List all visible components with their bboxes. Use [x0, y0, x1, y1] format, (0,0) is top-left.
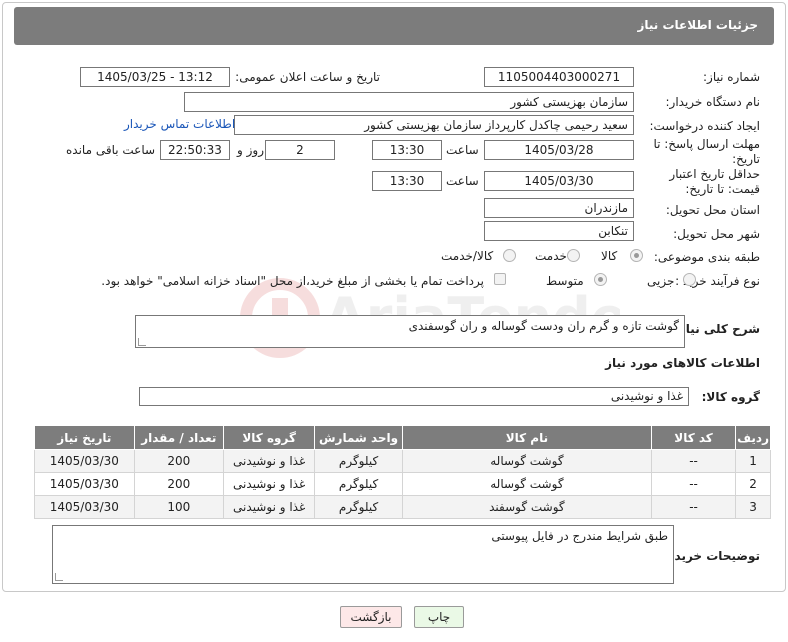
deadline-label: مهلت ارسال پاسخ: تا تاریخ: [653, 137, 760, 166]
category-option-service: خدمت [535, 249, 567, 263]
cell-name: گوشت گوساله [401, 472, 652, 496]
deadline-time-word: ساعت [446, 143, 479, 157]
cell-date: 1405/03/30 [34, 449, 135, 473]
description-label: شرح کلی نیاز: [674, 322, 760, 336]
cell-qty: 200 [133, 449, 224, 473]
page-header: جزئیات اطلاعات نیاز [14, 7, 774, 45]
buyer-notes-field[interactable]: طبق شرایط مندرج در فایل پیوستی [52, 525, 674, 584]
days-field: 2 [265, 140, 335, 160]
announce-label: تاریخ و ساعت اعلان عمومی: [235, 70, 380, 84]
min-price-time-word: ساعت [446, 174, 479, 188]
table-row: 3 -- گوشت گوسفند کیلوگرم غذا و نوشیدنی 1… [34, 495, 771, 519]
need-number-label: شماره نیاز: [703, 70, 760, 84]
province-label: استان محل تحویل: [665, 203, 760, 217]
min-price-date-field: 1405/03/30 [484, 171, 634, 191]
cell-row: 3 [735, 495, 771, 519]
process-radio-minor[interactable] [683, 273, 696, 286]
min-price-label: حداقل تاریخ اعتبار قیمت: تا تاریخ: [669, 167, 760, 196]
deadline-date-field: 1405/03/28 [484, 140, 634, 160]
cell-unit: کیلوگرم [314, 472, 403, 496]
city-field: تنکابن [484, 221, 634, 241]
cell-name: گوشت گوسفند [401, 495, 652, 519]
min-price-time-field: 13:30 [372, 171, 442, 191]
process-option-medium: متوسط [546, 274, 584, 288]
deadline-time-field: 13:30 [372, 140, 442, 160]
buyer-notes-resize-grip[interactable] [55, 573, 63, 581]
cell-unit: کیلوگرم [314, 449, 403, 473]
cell-date: 1405/03/30 [34, 495, 135, 519]
payment-treasury-checkbox[interactable] [494, 273, 506, 285]
process-option-minor: جزیی [647, 274, 675, 288]
cell-group: غذا و نوشیدنی [222, 449, 316, 473]
province-field: مازندران [484, 198, 634, 218]
remaining-label: ساعت باقی مانده [66, 143, 156, 157]
requester-field: سعید رحیمی چاکدل کارپرداز سازمان بهزیستی… [234, 115, 634, 135]
table-row: 2 -- گوشت گوساله کیلوگرم غذا و نوشیدنی 2… [34, 472, 771, 496]
category-option-goods: کالا [601, 249, 618, 263]
back-button[interactable]: بازگشت [340, 606, 402, 628]
cell-qty: 200 [133, 472, 224, 496]
col-row: ردیف [735, 425, 771, 450]
cell-unit: کیلوگرم [314, 495, 403, 519]
cell-name: گوشت گوساله [401, 449, 652, 473]
col-group: گروه کالا [222, 425, 316, 450]
cell-date: 1405/03/30 [34, 472, 135, 496]
category-radio-goods-service[interactable] [503, 249, 516, 262]
description-resize-grip[interactable] [138, 338, 146, 346]
payment-note: پرداخت تمام یا بخشی از مبلغ خرید،از محل … [101, 274, 484, 288]
remaining-time-field: 22:50:33 [160, 140, 230, 160]
goods-table: ردیف کد کالا نام کالا واحد شمارش گروه کا… [34, 425, 771, 519]
requester-label: ایجاد کننده درخواست: [649, 119, 760, 133]
buyer-contact-link[interactable]: اطلاعات تماس خریدار [124, 117, 235, 131]
buyer-org-label: نام دستگاه خریدار: [665, 95, 761, 109]
announce-field: 1405/03/25 - 13:12 [80, 67, 230, 87]
category-label: طبقه بندی موضوعی: [653, 250, 760, 264]
cell-code: -- [650, 495, 737, 519]
days-and-label: روز و [237, 143, 264, 157]
cell-code: -- [650, 449, 737, 473]
city-label: شهر محل تحویل: [673, 227, 760, 241]
buyer-org-field: سازمان بهزیستی کشور [184, 92, 634, 112]
col-code: کد کالا [650, 425, 737, 450]
cell-group: غذا و نوشیدنی [222, 495, 316, 519]
goods-group-label: گروه کالا: [701, 390, 760, 404]
goods-group-field: غذا و نوشیدنی [139, 387, 689, 406]
table-row: 1 -- گوشت گوساله کیلوگرم غذا و نوشیدنی 2… [34, 449, 771, 473]
cell-code: -- [650, 472, 737, 496]
category-option-goods-service: کالا/خدمت [441, 249, 494, 263]
description-field[interactable]: گوشت تازه و گرم ران ودست گوساله و ران گو… [135, 315, 685, 348]
cell-row: 1 [735, 449, 771, 473]
goods-table-header: ردیف کد کالا نام کالا واحد شمارش گروه کا… [34, 425, 771, 450]
category-radio-goods[interactable] [630, 249, 643, 262]
cell-row: 2 [735, 472, 771, 496]
goods-section-title: اطلاعات کالاهای مورد نیاز [605, 356, 760, 370]
col-qty: تعداد / مقدار [133, 425, 224, 450]
col-name: نام کالا [401, 425, 652, 450]
category-radio-service[interactable] [567, 249, 580, 262]
page-title: جزئیات اطلاعات نیاز [637, 18, 758, 32]
col-date: تاریخ نیاز [34, 425, 135, 450]
cell-group: غذا و نوشیدنی [222, 472, 316, 496]
cell-qty: 100 [133, 495, 224, 519]
print-button[interactable]: چاپ [414, 606, 464, 628]
col-unit: واحد شمارش [314, 425, 403, 450]
process-radio-medium[interactable] [594, 273, 607, 286]
need-number-field: 1105004403000271 [484, 67, 634, 87]
